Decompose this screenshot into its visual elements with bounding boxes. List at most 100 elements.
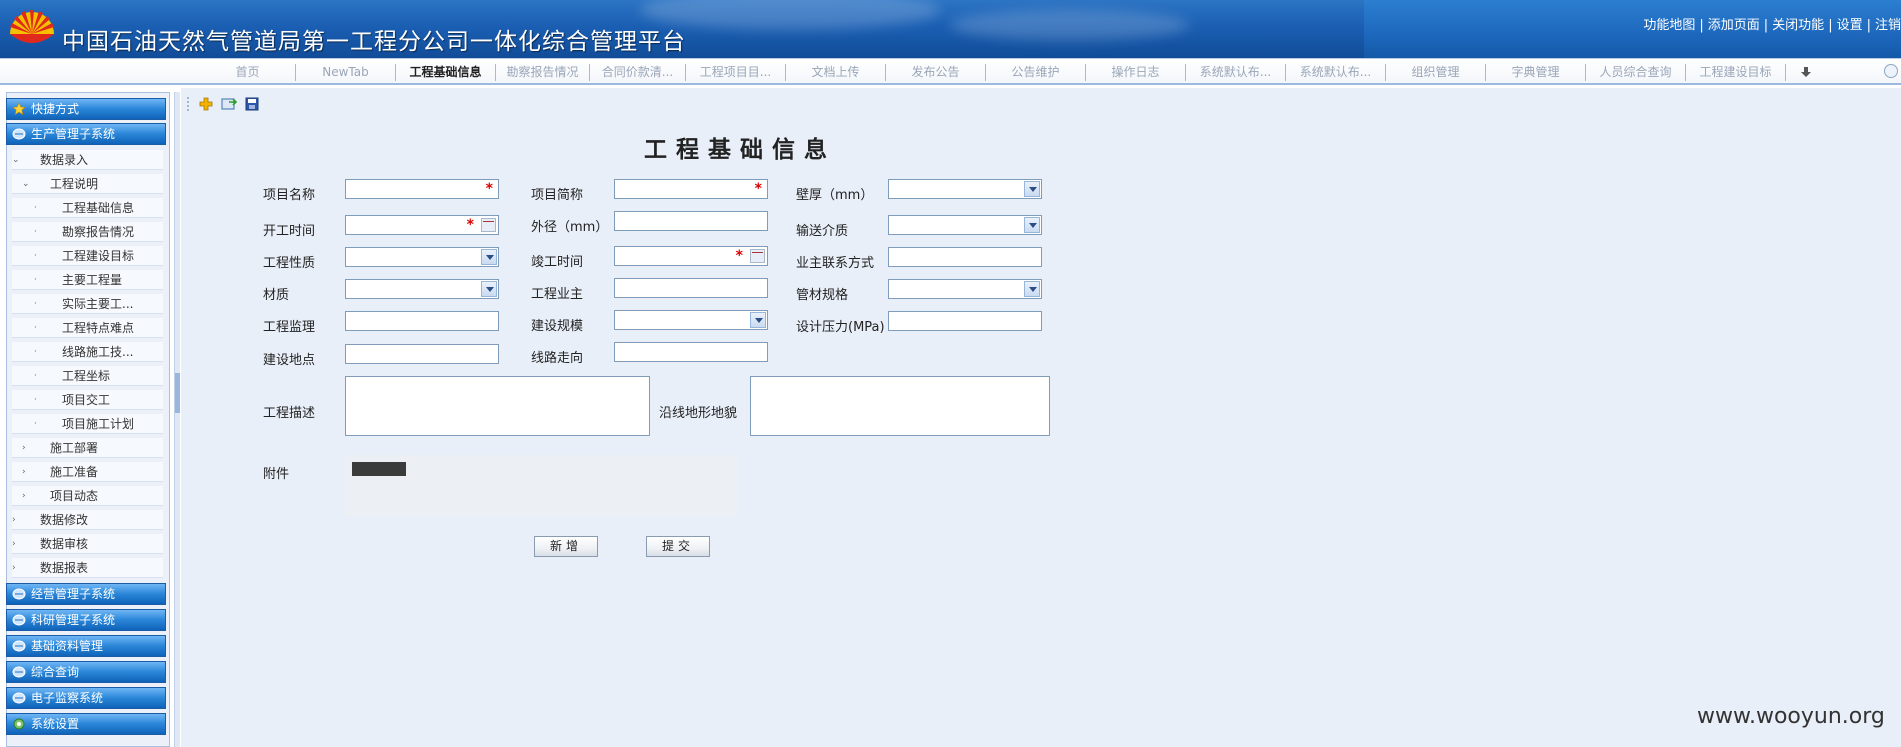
sidebar-section-basic-data[interactable]: 基础资料管理 [6,635,166,657]
finish-time-input[interactable]: * [614,246,768,266]
sidebar-tree-label: 工程说明 [50,177,99,191]
calendar-icon[interactable] [481,218,496,232]
sidebar-tree-item[interactable]: ⌄ 工程说明 [12,174,163,194]
function-map-link[interactable]: 功能地图 [1643,18,1695,33]
sidebar-section-system-settings[interactable]: 系统设置 [6,713,166,735]
sidebar-tree-item[interactable]: › 数据报表 [12,558,163,578]
sidebar-tree-item[interactable]: › 施工准备 [12,462,163,482]
label-description: 工程描述 [263,406,316,421]
tab-dict-manage[interactable]: 字典管理 [1486,64,1586,81]
tab-publish-notice[interactable]: 发布公告 [886,64,986,81]
sidebar-tree-item[interactable]: · 主要工程量 [12,270,163,290]
outer-diameter-input[interactable] [614,211,768,231]
chevron-down-icon[interactable] [481,249,497,265]
sidebar-tree-label: 工程建设目标 [62,249,135,263]
submit-button[interactable]: 提交 [646,536,710,557]
label-pipe-spec: 管材规格 [796,288,849,303]
sidebar-tree-item[interactable]: · 工程建设目标 [12,246,163,266]
close-function-link[interactable]: 关闭功能 [1772,18,1824,33]
supervision-input[interactable] [345,311,499,331]
tab-doc-upload[interactable]: 文档上传 [786,64,886,81]
sidebar-section-production[interactable]: 生产管理子系统 [6,123,166,145]
add-icon[interactable] [198,96,214,112]
gear-icon [13,718,25,730]
scale-select[interactable] [614,310,768,330]
sidebar-tree-item[interactable]: › 数据修改 [12,510,163,530]
tab-org-manage[interactable]: 组织管理 [1386,64,1486,81]
material-select[interactable] [345,279,499,299]
chevron-down-icon[interactable] [481,281,497,297]
site-input[interactable] [345,344,499,364]
chevron-down-icon[interactable] [1024,281,1040,297]
tab-newtab[interactable]: NewTab [296,64,396,81]
tab-contract-price[interactable]: 合同价款清... [590,64,686,81]
sidebar-tree-item[interactable]: · 项目施工计划 [12,414,163,434]
chevron-right-icon: › [22,443,26,453]
start-time-input[interactable]: * [345,215,499,235]
sidebar-tree-item[interactable]: › 施工部署 [12,438,163,458]
pipe-spec-select[interactable] [888,279,1042,299]
save-icon[interactable] [244,96,260,112]
tab-project-basic-info[interactable]: 工程基础信息 [396,64,496,81]
sidebar-tree-item[interactable]: › 数据审核 [12,534,163,554]
sidebar-tree-item[interactable]: · 工程特点难点 [12,318,163,338]
sidebar-section-research[interactable]: 科研管理子系统 [6,609,166,631]
app-title: 中国石油天然气管道局第一工程分公司一体化综合管理平台 [62,29,686,55]
sidebar-section-shortcuts[interactable]: 快捷方式 [6,98,166,120]
tab-personnel-query[interactable]: 人员综合查询 [1586,64,1686,81]
terrain-textarea[interactable] [750,376,1050,436]
sidebar-tree-item[interactable]: · 勘察报告情况 [12,222,163,242]
sidebar-tree-label: 实际主要工... [62,297,134,311]
attachment-file-button[interactable] [352,462,406,476]
sidebar-tree-item[interactable]: ⌄ 数据录入 [12,150,163,170]
tab-home[interactable]: 首页 [200,64,296,81]
tab-build-target[interactable]: 工程建设目标 [1686,64,1786,81]
nature-select[interactable] [345,247,499,267]
sidebar-section-business[interactable]: 经营管理子系统 [6,583,166,605]
medium-select[interactable] [888,215,1042,235]
route-input[interactable] [614,342,768,362]
owner-input[interactable] [614,278,768,298]
calendar-icon[interactable] [750,249,765,263]
sidebar-tree-item[interactable]: · 工程基础信息 [12,198,163,218]
logout-link[interactable]: 注销 [1875,18,1901,33]
add-button[interactable]: 新增 [534,536,598,557]
design-pressure-input[interactable] [888,311,1042,331]
project-name-input[interactable]: * [345,179,499,199]
add-page-link[interactable]: 添加页面 [1708,18,1760,33]
chevron-down-icon[interactable] [1024,181,1040,197]
label-site: 建设地点 [263,353,316,368]
label-route: 线路走向 [531,351,584,366]
tab-survey-report[interactable]: 勘察报告情况 [496,64,590,81]
tab-default-layout-1[interactable]: 系统默认布... [1186,64,1286,81]
label-nature: 工程性质 [263,256,316,271]
tab-notice-maintain[interactable]: 公告维护 [986,64,1086,81]
sidebar-tree-item[interactable]: · 项目交工 [12,390,163,410]
tab-project-items[interactable]: 工程项目目... [686,64,786,81]
label-terrain: 沿线地形地貌 [659,406,738,421]
sidebar-tree-item[interactable]: · 线路施工技... [12,342,163,362]
bullet-icon: · [34,323,37,333]
label-medium: 输送介质 [796,224,849,239]
tab-operation-log[interactable]: 操作日志 [1086,64,1186,81]
chevron-down-icon[interactable] [1024,217,1040,233]
label-owner: 工程业主 [531,287,584,302]
tab-control-icon[interactable] [1884,64,1898,78]
sidebar-section-query[interactable]: 综合查询 [6,661,166,683]
import-icon[interactable] [221,96,237,112]
chevron-down-icon[interactable] [750,312,766,328]
sidebar-tree-item[interactable]: › 项目动态 [12,486,163,506]
wall-thickness-select[interactable] [888,179,1042,199]
more-tabs-icon[interactable] [1799,65,1813,79]
top-links: 功能地图 | 添加页面 | 关闭功能 | 设置 | 注销 [1643,18,1901,33]
settings-link[interactable]: 设置 [1837,18,1863,33]
collapse-sidebar-handle[interactable] [175,373,180,413]
owner-contact-input[interactable] [888,247,1042,267]
sidebar-splitter[interactable] [174,92,180,747]
tab-default-layout-2[interactable]: 系统默认布... [1286,64,1386,81]
project-abbr-input[interactable]: * [614,179,768,199]
sidebar-section-supervision[interactable]: 电子监察系统 [6,687,166,709]
sidebar-tree-item[interactable]: · 实际主要工... [12,294,163,314]
sidebar-tree-item[interactable]: · 工程坐标 [12,366,163,386]
description-textarea[interactable] [345,376,650,436]
